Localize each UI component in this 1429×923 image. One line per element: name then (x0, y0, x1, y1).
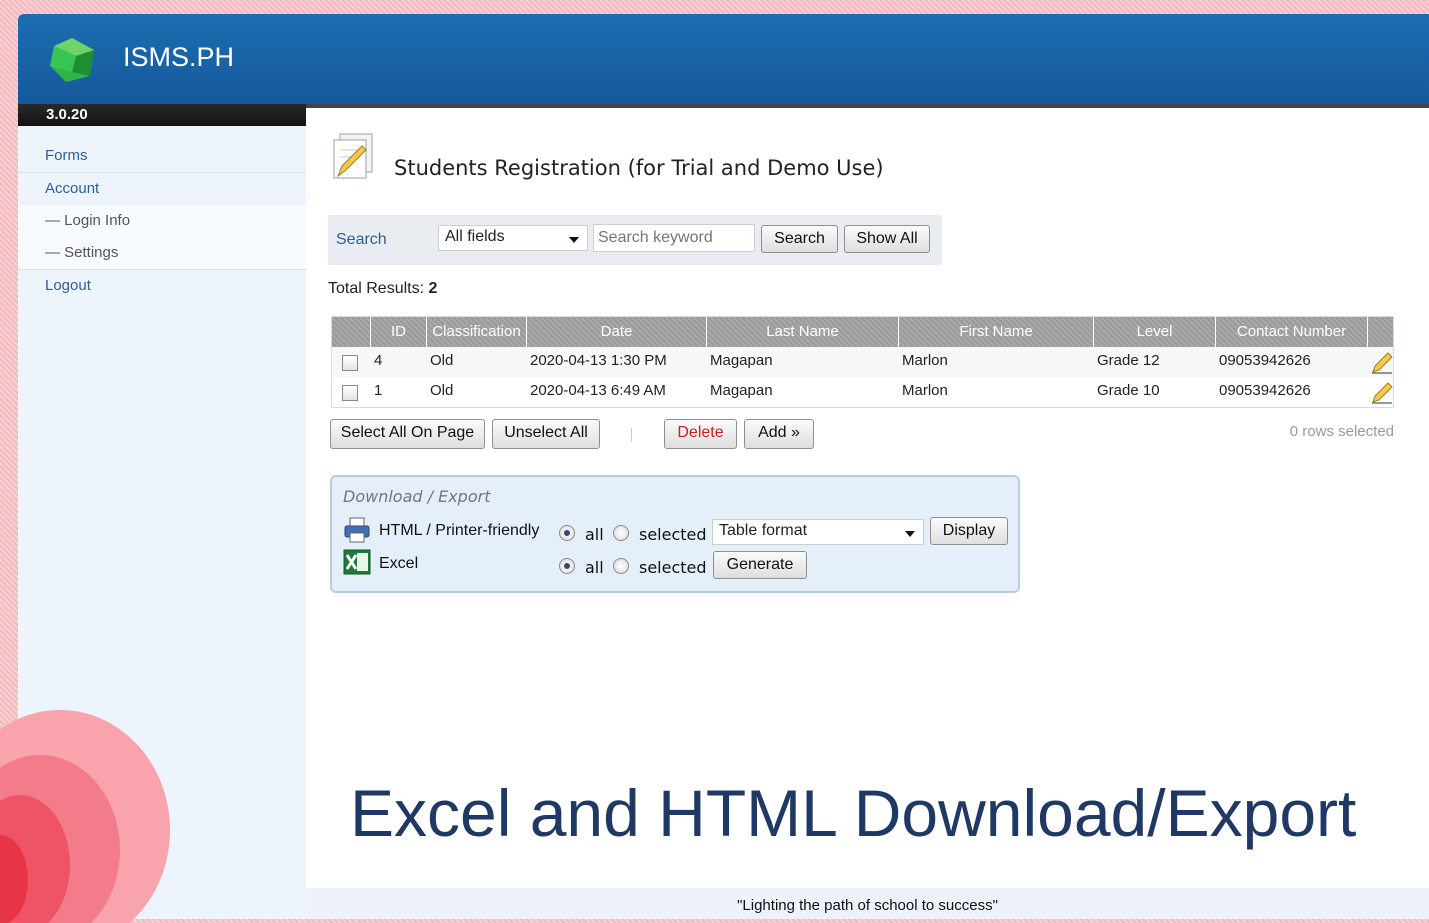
table-header: ID Classification Date Last Name First N… (332, 317, 1393, 347)
slide-caption: Excel and HTML Download/Export (350, 776, 1357, 850)
header-select (332, 317, 371, 347)
header-level[interactable]: Level (1094, 317, 1216, 347)
cell-first-name: Marlon (902, 352, 948, 369)
search-field-value: All fields (445, 228, 505, 245)
excel-icon (343, 549, 371, 575)
toolbar-divider (631, 428, 632, 442)
display-button[interactable]: Display (930, 517, 1008, 545)
header-id[interactable]: ID (371, 317, 427, 347)
sidebar-item-account[interactable]: Account (18, 173, 306, 205)
total-results-count: 2 (428, 280, 438, 297)
cell-contact: 09053942626 (1219, 352, 1311, 369)
rows-selected-count: 0 rows selected (1289, 423, 1394, 440)
cell-last-name: Magapan (710, 352, 773, 369)
excel-all-label: all (585, 558, 604, 577)
app-title: ISMS.PH (123, 42, 235, 72)
unselect-all-button[interactable]: Unselect All (492, 419, 600, 449)
total-results: Total Results: 2 (328, 280, 437, 298)
cell-level: Grade 10 (1097, 382, 1160, 399)
table-row: 4 Old 2020-04-13 1:30 PM Magapan Marlon … (332, 347, 1393, 377)
header-last-name[interactable]: Last Name (707, 317, 899, 347)
html-export-label: HTML / Printer-friendly (379, 522, 540, 539)
main-content: Students Registration (for Trial and Dem… (306, 108, 1429, 888)
cell-classification: Old (430, 352, 454, 369)
pencil-icon[interactable] (1370, 381, 1394, 405)
export-format-value: Table format (719, 522, 808, 539)
row-checkbox[interactable] (342, 385, 358, 401)
excel-export-label: Excel (379, 555, 419, 572)
search-button[interactable]: Search (761, 225, 838, 253)
search-label: Search (336, 231, 387, 248)
cell-level: Grade 12 (1097, 352, 1160, 369)
cell-contact: 09053942626 (1219, 382, 1311, 399)
header-date[interactable]: Date (527, 317, 707, 347)
header-contact-number[interactable]: Contact Number (1216, 317, 1368, 347)
flower-decoration-icon (0, 710, 170, 923)
table-row: 1 Old 2020-04-13 6:49 AM Magapan Marlon … (332, 377, 1393, 407)
cell-last-name: Magapan (710, 382, 773, 399)
add-button[interactable]: Add » (744, 419, 814, 449)
header-edit (1368, 317, 1395, 347)
chevron-down-icon (905, 531, 915, 537)
search-bar: Search All fields Search Show All (328, 215, 942, 265)
html-selected-radio[interactable] (613, 525, 629, 541)
sidebar-item-settings[interactable]: — Settings (18, 237, 306, 269)
html-all-label: all (585, 525, 604, 544)
pencil-icon[interactable] (1370, 351, 1394, 375)
sidebar-item-login-info[interactable]: — Login Info (18, 205, 306, 237)
excel-selected-radio[interactable] (613, 558, 629, 574)
generate-button[interactable]: Generate (713, 551, 807, 579)
sidebar-item-logout[interactable]: Logout (18, 270, 306, 302)
search-input[interactable] (593, 224, 755, 252)
row-checkbox[interactable] (342, 355, 358, 371)
page-title: Students Registration (for Trial and Dem… (394, 156, 884, 180)
delete-button[interactable]: Delete (664, 419, 737, 449)
export-title: Download / Export (343, 487, 491, 506)
excel-all-radio[interactable] (559, 558, 575, 574)
html-all-radio[interactable] (559, 525, 575, 541)
cell-classification: Old (430, 382, 454, 399)
html-selected-label: selected (639, 525, 707, 544)
header-classification[interactable]: Classification (427, 317, 527, 347)
results-table: ID Classification Date Last Name First N… (331, 316, 1394, 408)
search-field-select[interactable]: All fields (438, 225, 588, 251)
total-results-label: Total Results: (328, 280, 425, 297)
cell-date: 2020-04-13 1:30 PM (530, 352, 667, 369)
excel-selected-label: selected (639, 558, 707, 577)
show-all-button[interactable]: Show All (844, 225, 930, 253)
printer-icon (344, 517, 370, 543)
export-panel: Download / Export HTML / Printer-friendl… (330, 475, 1020, 593)
app-header: ISMS.PH (18, 14, 1429, 104)
select-all-button[interactable]: Select All On Page (330, 419, 485, 449)
cell-id: 4 (374, 352, 383, 369)
cell-first-name: Marlon (902, 382, 948, 399)
form-edit-icon (333, 133, 373, 179)
export-format-select[interactable]: Table format (712, 519, 924, 545)
green-gem-icon (50, 38, 94, 82)
footer-tagline: "Lighting the path of school to success" (306, 888, 1429, 919)
cell-date: 2020-04-13 6:49 AM (530, 382, 666, 399)
sidebar-item-forms[interactable]: Forms (18, 140, 306, 172)
chevron-down-icon (569, 237, 579, 243)
header-first-name[interactable]: First Name (899, 317, 1094, 347)
cell-id: 1 (374, 382, 383, 399)
version-label: 3.0.20 (18, 104, 306, 126)
